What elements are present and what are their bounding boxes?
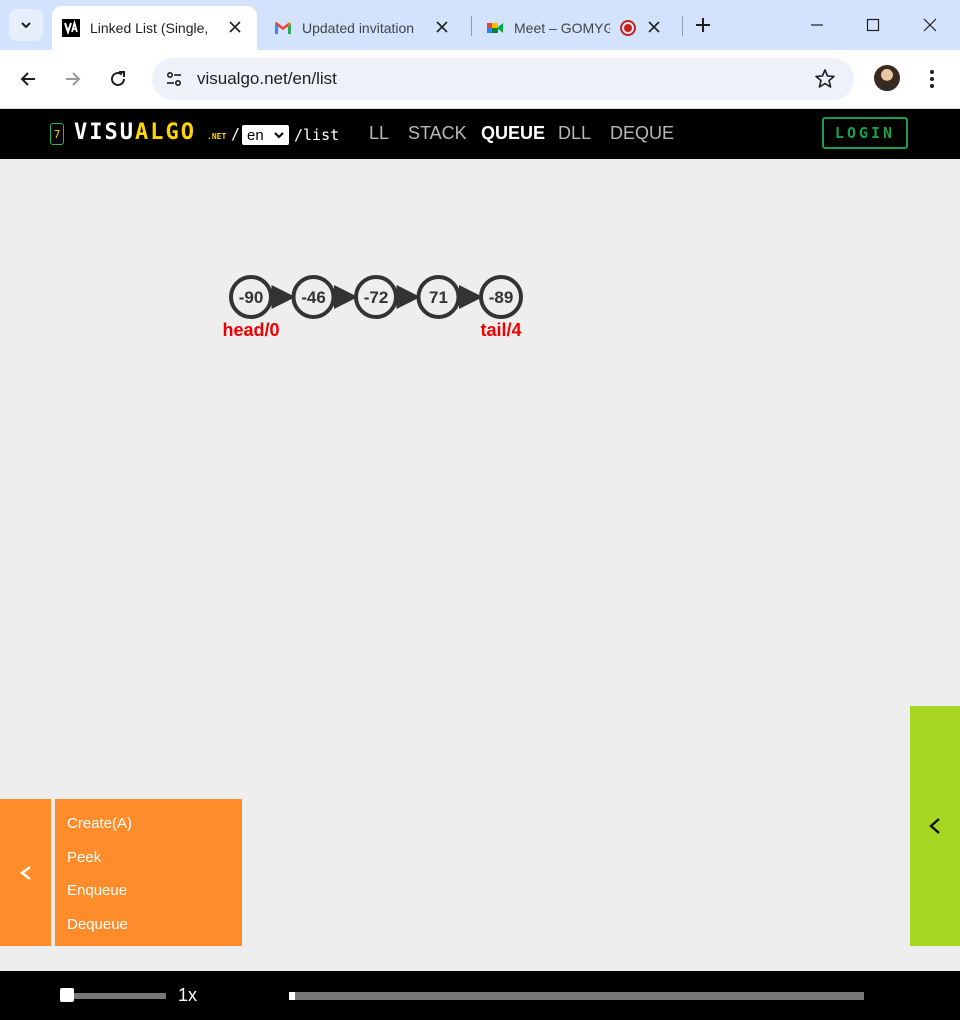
arrow-right-icon xyxy=(66,72,81,86)
speed-label: 1x xyxy=(178,985,198,1005)
minimize-button[interactable] xyxy=(802,10,832,40)
forward-button[interactable] xyxy=(57,63,89,95)
action-create[interactable]: Create(A) xyxy=(67,815,132,832)
tab-linked-list[interactable]: Linked List (Single, xyxy=(52,6,257,50)
action-enqueue[interactable]: Enqueue xyxy=(67,882,127,899)
browser-toolbar: visualgo.net/en/list xyxy=(0,50,960,109)
visualgo-header: 7 VISUALGO .NET / en /list LL STACK QUEU… xyxy=(0,109,960,159)
list-node-value: -72 xyxy=(364,288,389,307)
progress-bar-fill[interactable] xyxy=(289,992,295,1000)
new-tab-button[interactable] xyxy=(688,10,718,40)
tab-separator xyxy=(471,16,472,36)
tail-label: tail/4 xyxy=(480,320,521,340)
mode-deque[interactable]: DEQUE xyxy=(610,123,674,144)
list-node-value: -46 xyxy=(301,288,326,307)
chevron-down-icon xyxy=(274,132,284,139)
gmail-icon xyxy=(275,22,291,34)
tab-title: Linked List (Single, xyxy=(90,20,209,36)
reload-icon xyxy=(111,71,125,86)
media-controls-bar: 1x xyxy=(0,971,960,1020)
chevron-down-icon xyxy=(21,22,31,29)
logo-slash: / xyxy=(231,125,241,143)
address-bar[interactable]: visualgo.net/en/list xyxy=(152,58,854,100)
speed-slider-track[interactable] xyxy=(62,993,166,999)
close-icon[interactable] xyxy=(434,19,450,35)
tab-title: Updated invitation xyxy=(302,20,415,36)
page-path: /list xyxy=(294,126,340,144)
online-count-badge: 7 xyxy=(50,123,64,145)
url-text: visualgo.net/en/list xyxy=(197,69,337,88)
login-button[interactable]: LOGIN xyxy=(822,117,908,149)
recording-icon xyxy=(620,20,636,36)
bookmark-star-icon[interactable] xyxy=(814,68,836,90)
maximize-button[interactable] xyxy=(858,10,888,40)
list-node: 71 xyxy=(416,275,461,319)
action-dequeue[interactable]: Dequeue xyxy=(67,916,128,933)
actions-panel-toggle[interactable] xyxy=(0,799,51,946)
close-icon[interactable] xyxy=(227,19,243,35)
list-node-value: -90 xyxy=(239,288,264,307)
logo-visu: VISU xyxy=(74,120,135,145)
list-node: -89 xyxy=(479,275,523,319)
browser-menu-button[interactable] xyxy=(920,66,944,92)
close-icon[interactable] xyxy=(646,19,662,35)
status-panel-toggle[interactable] xyxy=(910,706,960,946)
tab-separator xyxy=(682,16,683,36)
reload-button[interactable] xyxy=(102,63,134,95)
chevron-left-icon xyxy=(929,818,940,834)
tab-search-button[interactable] xyxy=(9,9,43,41)
mode-dll[interactable]: DLL xyxy=(558,123,591,144)
profile-avatar[interactable] xyxy=(874,65,900,91)
list-node-value: -89 xyxy=(489,288,514,307)
close-icon xyxy=(923,18,937,32)
tab-meet[interactable]: Meet – GOMYG xyxy=(476,6,676,50)
arrow-left-icon xyxy=(20,72,35,86)
site-info-icon[interactable] xyxy=(162,67,186,91)
mode-queue[interactable]: QUEUE xyxy=(481,123,545,144)
language-value: en xyxy=(247,126,264,144)
plus-icon xyxy=(696,18,710,32)
close-window-button[interactable] xyxy=(915,10,945,40)
visualgo-icon xyxy=(62,19,80,37)
speed-slider-thumb[interactable] xyxy=(60,988,74,1002)
action-peek[interactable]: Peek xyxy=(67,849,101,866)
logo-algo: ALGO xyxy=(134,120,196,145)
chevron-left-icon xyxy=(19,865,31,880)
maximize-icon xyxy=(866,18,880,32)
browser-tab-strip: Linked List (Single, Updated invitation … xyxy=(0,0,960,50)
logo-net: .NET xyxy=(207,132,227,141)
list-node: -46 xyxy=(291,275,336,319)
list-node-value: 71 xyxy=(429,288,448,307)
tab-updated-invitation[interactable]: Updated invitation xyxy=(264,6,464,50)
mode-ll[interactable]: LL xyxy=(369,123,389,144)
more-vert-icon xyxy=(930,70,934,88)
actions-menu: Create(A) Peek Enqueue Dequeue xyxy=(55,799,242,946)
language-select[interactable]: en xyxy=(242,125,289,145)
google-meet-icon xyxy=(487,23,503,33)
mode-stack[interactable]: STACK xyxy=(408,123,467,144)
minimize-icon xyxy=(811,24,823,26)
back-button[interactable] xyxy=(12,63,44,95)
progress-bar-track[interactable] xyxy=(289,992,864,1000)
tab-title: Meet – GOMYG xyxy=(514,20,610,36)
list-node: -72 xyxy=(354,275,398,319)
visualgo-logo[interactable]: VISUALGO xyxy=(74,120,196,145)
list-node: -90 xyxy=(229,275,273,319)
head-label: head/0 xyxy=(222,320,279,340)
